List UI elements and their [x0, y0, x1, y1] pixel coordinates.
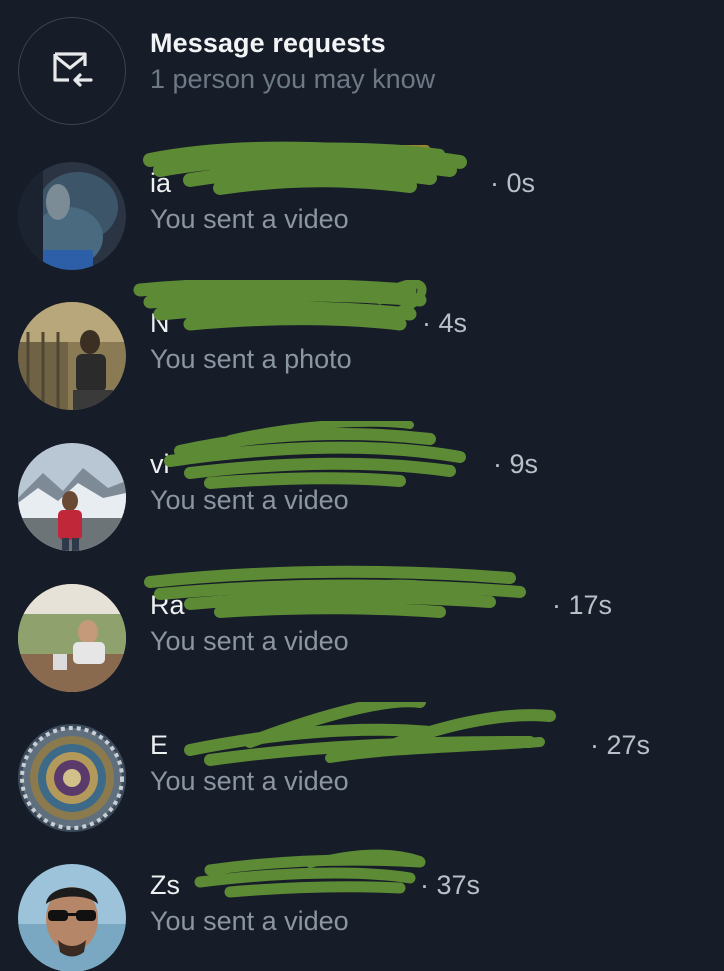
conversation-header: ia · 0s	[150, 168, 710, 202]
conversation-header: E · 27s	[150, 730, 710, 764]
conversation-name: E	[150, 730, 169, 760]
conversation-preview: You sent a video	[150, 485, 349, 515]
conversation-preview: You sent a photo	[150, 344, 352, 374]
conversation-timestamp: · 0s	[490, 168, 536, 198]
conversation-item[interactable]: Ra · 17s You sent a video	[0, 565, 724, 714]
avatar[interactable]	[18, 302, 126, 410]
conversation-item[interactable]: Zs · 37s You sent a video	[0, 849, 724, 971]
conversation-name: ia	[150, 168, 172, 198]
avatar[interactable]	[18, 162, 126, 270]
avatar[interactable]	[18, 584, 126, 692]
message-requests-subtitle: 1 person you may know	[150, 64, 436, 94]
message-requests-row[interactable]: Message requests 1 person you may know	[0, 0, 724, 130]
conversation-preview: You sent a video	[150, 626, 349, 656]
conversation-name: Ra	[150, 590, 185, 620]
conversation-timestamp: · 37s	[420, 870, 481, 900]
conversation-timestamp: · 27s	[590, 730, 651, 760]
conversation-header: vi · 9s	[150, 449, 710, 483]
avatar[interactable]	[18, 864, 126, 971]
conversation-preview: You sent a video	[150, 204, 349, 234]
conversation-header: N · 4s	[150, 308, 710, 342]
message-requests-icon-circle	[18, 17, 126, 125]
conversation-header: Ra · 17s	[150, 590, 710, 624]
conversation-item[interactable]: E · 27s You sent a video	[0, 702, 724, 854]
conversation-timestamp: · 4s	[422, 308, 468, 338]
conversation-name: N	[150, 308, 170, 338]
conversation-item[interactable]: N · 4s You sent a photo	[0, 280, 724, 432]
conversation-item[interactable]: vi · 9s You sent a video	[0, 421, 724, 573]
conversation-timestamp: · 17s	[552, 590, 613, 620]
conversation-timestamp: · 9s	[493, 449, 539, 479]
conversation-preview: You sent a video	[150, 906, 349, 936]
conversation-name: Zs	[150, 870, 180, 900]
message-list-screen: Message requests 1 person you may know i…	[0, 0, 724, 971]
conversation-name: vi	[150, 449, 170, 479]
conversation-header: Zs · 37s	[150, 870, 710, 904]
avatar[interactable]	[18, 443, 126, 551]
avatar[interactable]	[18, 724, 126, 832]
message-requests-title: Message requests	[150, 28, 386, 58]
conversation-preview: You sent a video	[150, 766, 349, 796]
envelope-arrow-icon	[49, 48, 95, 95]
conversation-item[interactable]: ia · 0s You sent a video	[0, 141, 724, 292]
